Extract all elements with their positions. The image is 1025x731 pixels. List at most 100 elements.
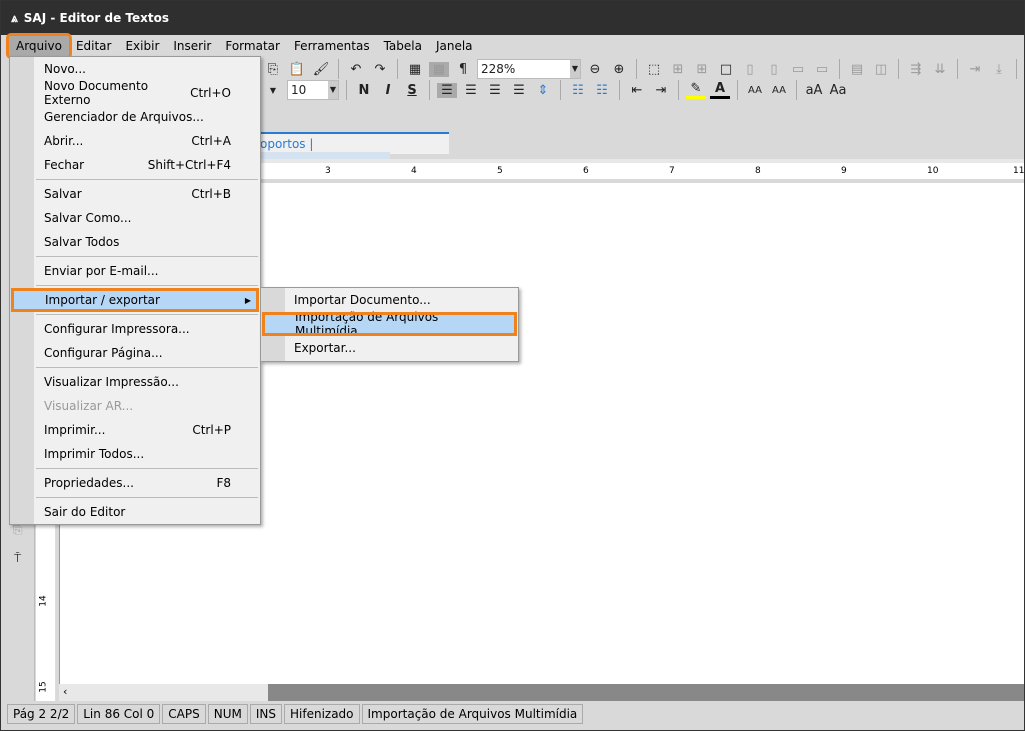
- menu-item-label: Abrir...: [44, 134, 84, 148]
- export-icon[interactable]: ⎘: [13, 523, 23, 538]
- justify-icon[interactable]: ☰: [509, 83, 529, 98]
- menu-item-shortcut: Ctrl+P: [192, 423, 231, 437]
- increase-indent-icon[interactable]: ⇥: [651, 83, 671, 98]
- uppercase-icon[interactable]: Aa: [828, 83, 848, 98]
- scroll-left-icon[interactable]: ‹: [63, 685, 67, 698]
- menu-item[interactable]: Importar / exportar ▶: [11, 288, 259, 312]
- menu-tabela[interactable]: Tabela: [377, 36, 429, 56]
- border-top-icon[interactable]: ▭: [788, 62, 808, 77]
- paint-roller-icon[interactable]: ⍑: [14, 551, 21, 566]
- menu-editar[interactable]: Editar: [69, 36, 119, 56]
- menu-item[interactable]: Fechar Shift+Ctrl+F4: [10, 153, 260, 177]
- menu-item[interactable]: Propriedades... F8: [10, 471, 260, 495]
- menu-item[interactable]: Visualizar Impressão...: [10, 370, 260, 394]
- menu-item-shortcut: Ctrl+O: [190, 86, 231, 100]
- copy-icon[interactable]: ⎘: [263, 62, 283, 77]
- menu-item[interactable]: Configurar Impressora...: [10, 317, 260, 341]
- lowercase-icon[interactable]: aA: [804, 83, 824, 98]
- tab-label: oportos |: [260, 137, 314, 151]
- numbered-list-icon[interactable]: ☷: [592, 83, 612, 98]
- align-center-icon[interactable]: ☰: [461, 83, 481, 98]
- submenu-item[interactable]: Exportar...: [261, 336, 518, 360]
- format-painter-icon[interactable]: 🖌: [311, 62, 331, 77]
- menu-exibir[interactable]: Exibir: [118, 36, 166, 56]
- menu-item-label: Importar / exportar: [45, 293, 160, 307]
- menu-bar: Arquivo Editar Exibir Inserir Formatar Ferram…: [1, 33, 1024, 59]
- zoom-select[interactable]: 228% ▼: [477, 59, 581, 79]
- font-color-icon[interactable]: A: [710, 81, 730, 99]
- shrink-font-icon[interactable]: AA: [769, 85, 789, 96]
- merge-rows-icon[interactable]: ▤: [847, 62, 867, 77]
- menu-item[interactable]: Salvar Ctrl+B: [10, 182, 260, 206]
- menu-item-shortcut: Ctrl+A: [191, 134, 231, 148]
- font-chevron-down-icon[interactable]: ▼: [263, 86, 283, 95]
- menu-formatar[interactable]: Formatar: [218, 36, 287, 56]
- submenu-item[interactable]: Importação de Arquivos Multimídia...: [262, 310, 517, 338]
- menu-arquivo[interactable]: Arquivo: [6, 33, 72, 59]
- ruler-label: 4: [411, 166, 417, 176]
- submenu-item-label: Exportar...: [294, 341, 356, 355]
- redo-icon[interactable]: ↷: [370, 62, 390, 77]
- menu-item[interactable]: Configurar Página...: [10, 341, 260, 365]
- horizontal-scrollbar[interactable]: ‹: [59, 684, 1024, 701]
- border-right-icon[interactable]: ▯: [764, 62, 784, 77]
- grid-toggle-icon[interactable]: ▦: [429, 61, 449, 77]
- delete-row-icon[interactable]: ⇥: [965, 62, 985, 77]
- menu-item-label: Enviar por E-mail...: [44, 264, 159, 278]
- menu-item[interactable]: Sair do Editor: [10, 500, 260, 524]
- menu-item[interactable]: Visualizar AR...: [10, 394, 260, 418]
- border-grid-icon[interactable]: ⊞: [692, 62, 712, 77]
- menu-item-label: Propriedades...: [44, 476, 134, 490]
- menu-item[interactable]: Imprimir Todos...: [10, 442, 260, 466]
- menu-item[interactable]: Novo...: [10, 57, 260, 81]
- align-right-icon[interactable]: ☰: [485, 83, 505, 98]
- menu-item-label: Salvar Como...: [44, 211, 132, 225]
- menu-item[interactable]: Enviar por E-mail...: [10, 259, 260, 283]
- grow-font-icon[interactable]: AA: [745, 85, 765, 96]
- font-size-select[interactable]: 10 ▼: [287, 80, 339, 100]
- file-menu: Novo... Novo Documento Externo Ctrl+O Geren…: [9, 56, 261, 525]
- menu-ferramentas[interactable]: Ferramentas: [287, 36, 377, 56]
- italic-button[interactable]: I: [378, 83, 398, 98]
- bold-button[interactable]: N: [354, 83, 374, 98]
- document-tab[interactable]: oportos |: [256, 132, 449, 165]
- status-field: Pág 2 2/2: [7, 704, 76, 724]
- align-left-icon[interactable]: ☰: [437, 82, 457, 98]
- highlight-color-icon[interactable]: ✎: [686, 81, 706, 99]
- delete-col-icon[interactable]: ⤓: [989, 62, 1009, 77]
- merge-cols-icon[interactable]: ◫: [871, 62, 891, 77]
- border-inner-icon[interactable]: ⊞: [668, 62, 688, 77]
- menu-item-label: Fechar: [44, 158, 85, 172]
- table-icon[interactable]: ▦: [405, 62, 425, 77]
- underline-button[interactable]: S: [402, 83, 422, 98]
- border-outer-icon[interactable]: □: [716, 62, 736, 77]
- menu-item[interactable]: Abrir... Ctrl+A: [10, 129, 260, 153]
- menu-item-label: Configurar Impressora...: [44, 322, 190, 336]
- insert-col-icon[interactable]: ⇊: [930, 62, 950, 77]
- menu-item[interactable]: Salvar Todos: [10, 230, 260, 254]
- ruler-label: 5: [497, 166, 503, 176]
- paste-icon[interactable]: 📋: [287, 62, 307, 77]
- menu-inserir[interactable]: Inserir: [166, 36, 218, 56]
- insert-row-icon[interactable]: ⇶: [906, 62, 926, 77]
- menu-item[interactable]: Salvar Como...: [10, 206, 260, 230]
- submenu-item[interactable]: Importar Documento...: [261, 288, 518, 312]
- undo-icon[interactable]: ↶: [346, 62, 366, 77]
- menu-item[interactable]: Novo Documento Externo Ctrl+O: [10, 79, 260, 107]
- zoom-out-icon[interactable]: ⊖: [585, 62, 605, 77]
- border-all-dotted-icon[interactable]: ⬚: [644, 62, 664, 77]
- border-left-icon[interactable]: ▯: [740, 62, 760, 77]
- pilcrow-icon[interactable]: ¶: [453, 62, 473, 77]
- line-spacing-icon[interactable]: ⇕: [533, 83, 553, 98]
- menu-item[interactable]: Imprimir... Ctrl+P: [10, 418, 260, 442]
- menu-janela[interactable]: Janela: [429, 36, 480, 56]
- submenu-item-label: Importação de Arquivos Multimídia...: [295, 310, 439, 338]
- bullet-list-icon[interactable]: ☷: [568, 83, 588, 98]
- ruler-label: 6: [583, 166, 589, 176]
- decrease-indent-icon[interactable]: ⇤: [627, 83, 647, 98]
- menu-item-label: Configurar Página...: [44, 346, 163, 360]
- zoom-in-icon[interactable]: ⊕: [609, 62, 629, 77]
- scrollbar-thumb[interactable]: [268, 684, 1024, 701]
- menu-item[interactable]: Gerenciador de Arquivos...: [10, 105, 260, 129]
- border-bottom-icon[interactable]: ▭: [812, 62, 832, 77]
